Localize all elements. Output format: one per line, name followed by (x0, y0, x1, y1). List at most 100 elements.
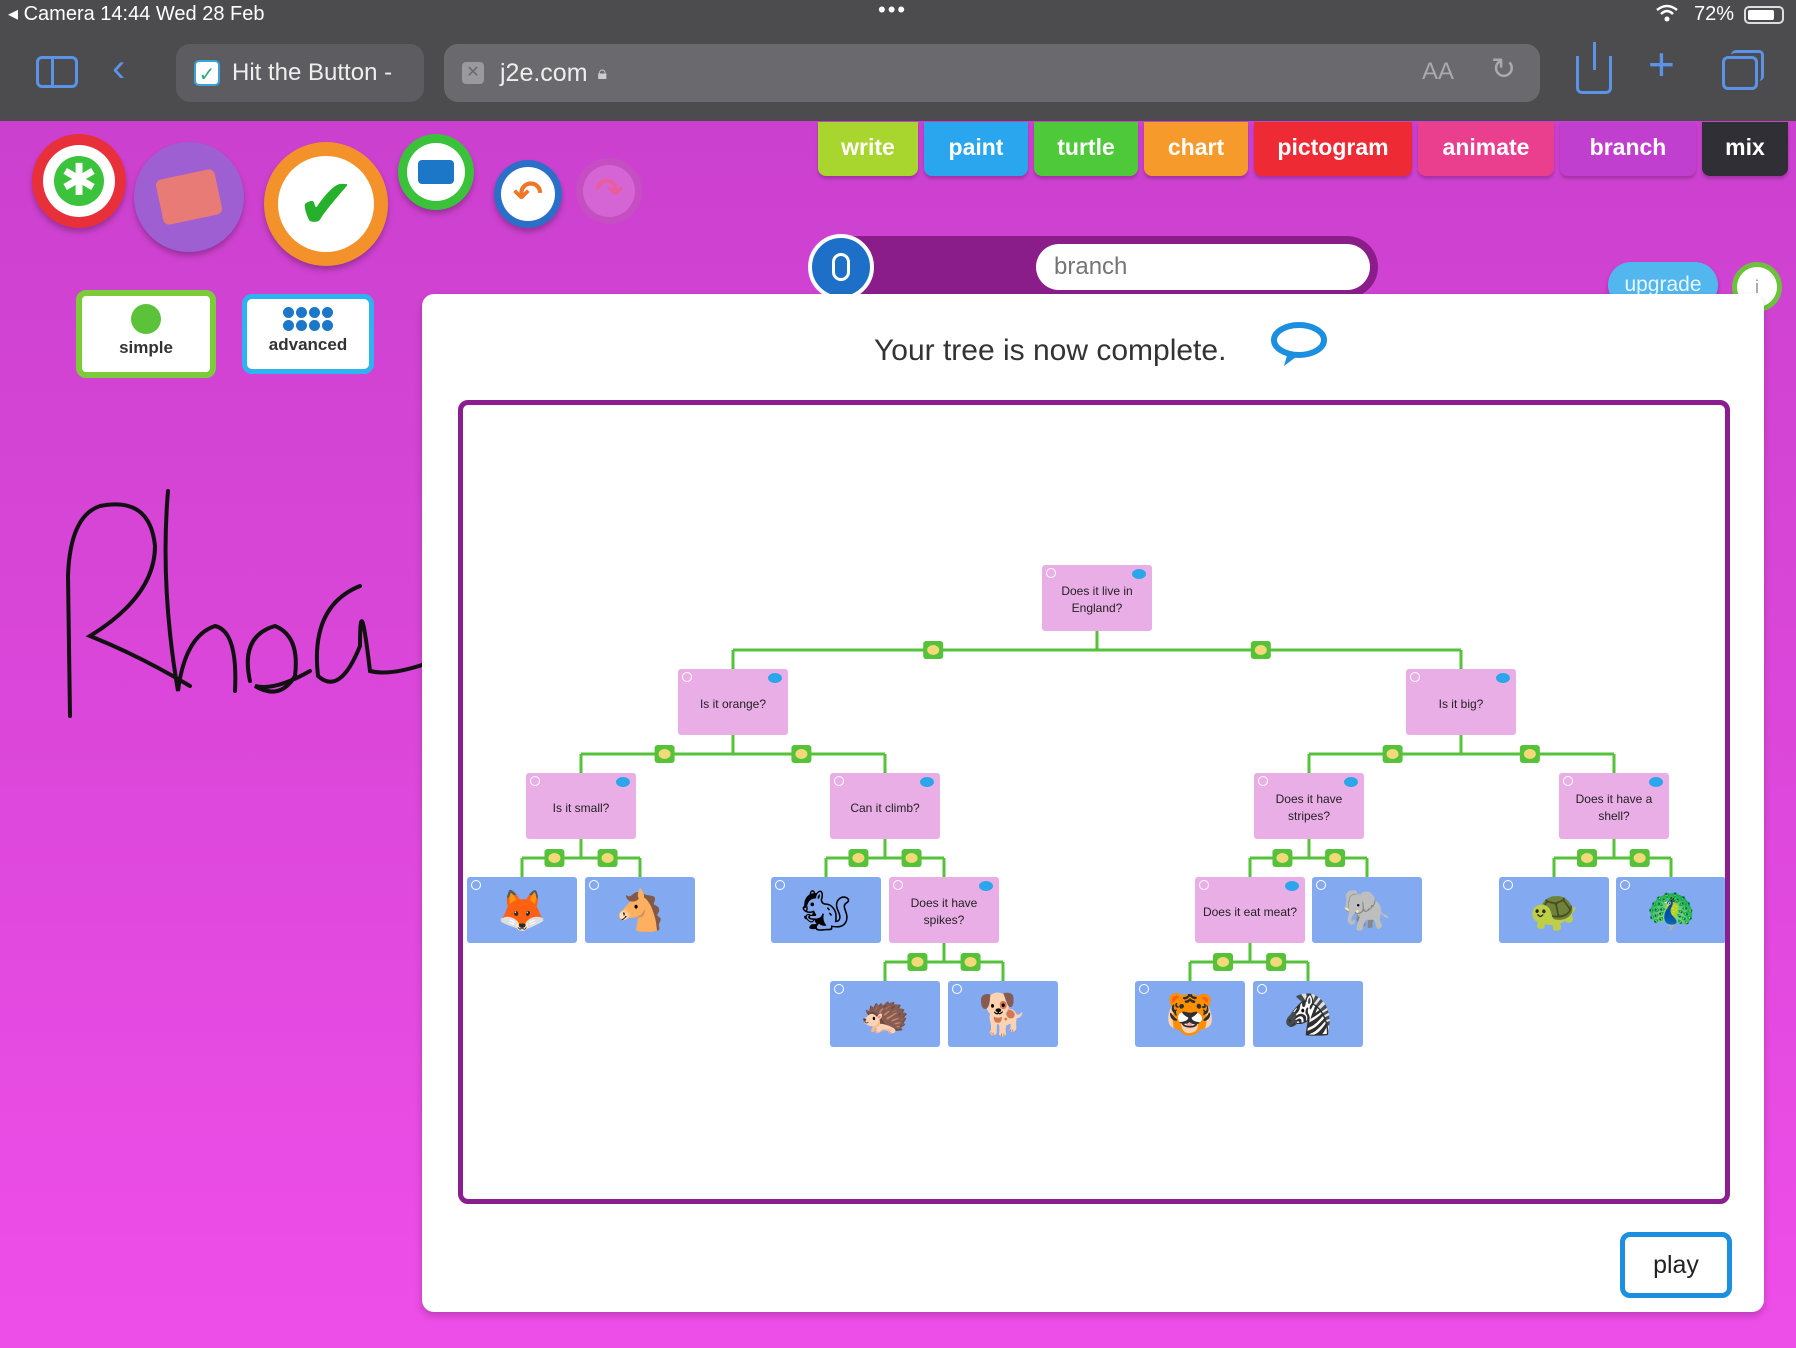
tiger-icon: 🐯 (1165, 992, 1215, 1037)
microphone-icon (832, 253, 850, 281)
speech-icon[interactable] (1496, 673, 1510, 683)
speech-icon[interactable] (920, 777, 934, 787)
speech-icon[interactable] (1649, 777, 1663, 787)
edit-icon[interactable] (1199, 880, 1209, 890)
question-orange[interactable]: Is it orange? (678, 669, 788, 735)
new-tab-icon[interactable]: + (1648, 41, 1675, 87)
speech-icon[interactable] (1285, 881, 1299, 891)
thumbs-up-icon (848, 849, 869, 867)
answer-zebra[interactable]: 🦓 (1253, 981, 1363, 1047)
edit-icon[interactable] (834, 776, 844, 786)
speech-icon[interactable] (616, 777, 630, 787)
close-tab-icon[interactable]: ✕ (462, 62, 484, 84)
microphone-button[interactable] (808, 234, 874, 300)
asterisk-icon: ✱ (54, 156, 104, 206)
edit-icon[interactable] (589, 880, 599, 890)
thumbs-up-icon (923, 641, 944, 659)
question-small[interactable]: Is it small? (526, 773, 636, 839)
answer-horse[interactable]: 🐴 (585, 877, 695, 943)
question-big[interactable]: Is it big? (1406, 669, 1516, 735)
app-tab-bar: write paint turtle chart pictogram animate bra… (818, 122, 1788, 176)
speech-bubble-icon[interactable] (1270, 320, 1328, 368)
edit-icon[interactable] (1046, 568, 1056, 578)
reload-icon[interactable]: ↻ (1491, 52, 1516, 87)
play-button[interactable]: play (1620, 1232, 1732, 1298)
elephant-icon: 🐘 (1342, 888, 1392, 933)
edit-icon[interactable] (1139, 984, 1149, 994)
edit-icon[interactable] (530, 776, 540, 786)
question-shell[interactable]: Does it have a shell? (1559, 773, 1669, 839)
tab-turtle[interactable]: turtle (1034, 122, 1138, 176)
edit-icon[interactable] (1503, 880, 1513, 890)
answer-fox[interactable]: 🦊 (467, 877, 577, 943)
check-icon: ✔ (278, 156, 374, 252)
answer-turtle[interactable]: 🐢 (1499, 877, 1609, 943)
tab-pictogram[interactable]: pictogram (1254, 122, 1412, 176)
answer-tiger[interactable]: 🐯 (1135, 981, 1245, 1047)
edit-icon[interactable] (952, 984, 962, 994)
thumbs-up-icon (907, 953, 928, 971)
search-input[interactable] (1036, 244, 1370, 290)
sidebar-toggle-icon[interactable] (36, 56, 78, 88)
question-root[interactable]: Does it live in England? (1042, 565, 1152, 631)
simple-mode-button[interactable]: simple (76, 290, 216, 378)
folder-icon (154, 168, 224, 226)
tab-overview-icon[interactable] (1722, 50, 1764, 90)
answer-dog[interactable]: 🐕 (948, 981, 1058, 1047)
edit-icon[interactable] (1258, 776, 1268, 786)
simple-label: simple (119, 338, 173, 357)
fox-icon: 🦊 (497, 888, 547, 933)
tab-mix[interactable]: mix (1702, 122, 1788, 176)
redo-button[interactable]: ↷ (576, 158, 642, 224)
thumbs-up-icon (544, 849, 565, 867)
question-spikes[interactable]: Does it have spikes? (889, 877, 999, 943)
thumbs-down-icon (791, 745, 812, 763)
answer-elephant[interactable]: 🐘 (1312, 877, 1422, 943)
new-button[interactable]: ✱ (32, 134, 126, 228)
tab-paint[interactable]: paint (924, 122, 1028, 176)
edit-icon[interactable] (1410, 672, 1420, 682)
speech-icon[interactable] (1344, 777, 1358, 787)
edit-icon[interactable] (1257, 984, 1267, 994)
multitask-dots[interactable]: ••• (878, 0, 907, 22)
browser-top-bar: ◂ Camera 14:44 Wed 28 Feb ••• 72% ‹ ✓ Hi… (0, 0, 1796, 121)
answer-hedgehog[interactable]: 🦔 (830, 981, 940, 1047)
open-button[interactable] (134, 142, 244, 252)
edit-icon[interactable] (471, 880, 481, 890)
tab-animate[interactable]: animate (1418, 122, 1554, 176)
thumbs-down-icon (1629, 849, 1650, 867)
print-button[interactable] (398, 134, 474, 210)
speech-icon[interactable] (1132, 569, 1146, 579)
back-icon[interactable]: ‹ (112, 48, 125, 88)
tab-branch[interactable]: branch (1560, 122, 1696, 176)
edit-icon[interactable] (834, 984, 844, 994)
save-button[interactable]: ✔ (264, 142, 388, 266)
edit-icon[interactable] (1620, 880, 1630, 890)
tab-write[interactable]: write (818, 122, 918, 176)
answer-squirrel[interactable]: 🐿 (771, 877, 881, 943)
speech-icon[interactable] (768, 673, 782, 683)
main-panel: Your tree is now complete. Does it live … (422, 294, 1764, 1312)
question-climb[interactable]: Can it climb? (830, 773, 940, 839)
thumbs-down-icon (1266, 953, 1287, 971)
undo-button[interactable]: ↶ (494, 160, 562, 228)
tab-chart[interactable]: chart (1144, 122, 1248, 176)
share-icon[interactable] (1576, 42, 1612, 94)
speech-icon[interactable] (979, 881, 993, 891)
answer-peacock[interactable]: 🦚 (1616, 877, 1725, 943)
text-size-button[interactable]: AA (1422, 58, 1454, 86)
question-meat[interactable]: Does it eat meat? (1195, 877, 1305, 943)
browser-tab[interactable]: ✓ Hit the Button - (176, 44, 424, 102)
edit-icon[interactable] (893, 880, 903, 890)
edit-icon[interactable] (682, 672, 692, 682)
address-bar[interactable]: ✕ j2e.com 🔒︎ AA ↻ (444, 44, 1540, 102)
status-time: ◂ Camera 14:44 Wed 28 Feb (8, 3, 265, 25)
peacock-icon: 🦚 (1646, 888, 1696, 933)
edit-icon[interactable] (1563, 776, 1573, 786)
advanced-label: advanced (268, 335, 348, 354)
edit-icon[interactable] (1316, 880, 1326, 890)
thumbs-up-icon (1577, 849, 1597, 867)
advanced-mode-button[interactable]: advanced (242, 294, 374, 374)
edit-icon[interactable] (775, 880, 785, 890)
question-stripes[interactable]: Does it have stripes? (1254, 773, 1364, 839)
